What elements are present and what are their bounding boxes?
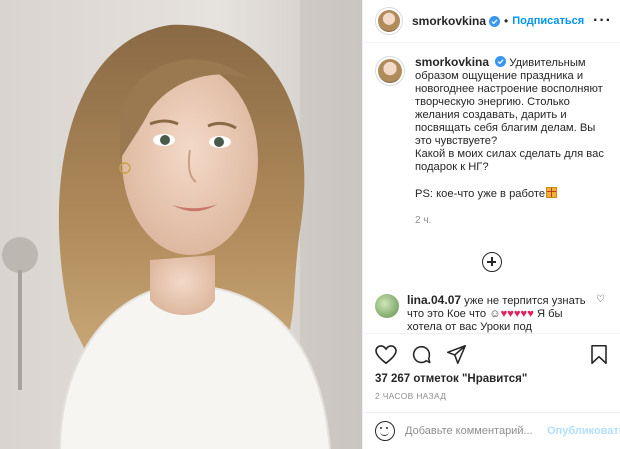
commenter-username[interactable]: lina.04.07 <box>407 293 461 307</box>
author-avatar[interactable] <box>375 7 403 35</box>
caption-ps: PS: кое-что уже в работе <box>415 187 608 201</box>
load-more-comments-icon[interactable] <box>482 252 502 272</box>
commenter-avatar[interactable] <box>375 294 399 318</box>
post-caption: smorkovkina Удивительным образом ощущени… <box>363 43 620 227</box>
caption-username[interactable]: smorkovkina <box>415 55 489 69</box>
follow-button[interactable]: Подписаться <box>512 15 584 27</box>
publish-button[interactable]: Опубликовать <box>547 425 620 437</box>
post-actions-bar <box>363 333 620 375</box>
post-image <box>0 0 362 449</box>
verified-badge-icon <box>489 15 501 27</box>
caption-timestamp[interactable]: 2 ч. <box>415 214 608 227</box>
post-header: smorkovkina • Подписаться ··· <box>363 0 620 43</box>
caption-avatar[interactable] <box>375 56 405 86</box>
comment-bubble-icon[interactable] <box>411 344 432 365</box>
caption-text: Удивительным образом ощущение праздника … <box>415 57 604 173</box>
comment-like-heart-icon[interactable]: ♡ <box>596 294 605 334</box>
separator-dot: • <box>504 14 509 28</box>
smile-emoji-icon: ☺ <box>489 308 501 320</box>
emoji-picker-icon[interactable] <box>375 421 395 441</box>
post-photo[interactable] <box>0 0 362 449</box>
red-hearts-icon: ♥♥♥♥♥ <box>500 308 534 320</box>
more-options-icon[interactable]: ··· <box>593 12 612 30</box>
caption-ps-text: PS: кое-что уже в работе <box>415 188 546 200</box>
gift-emoji-icon <box>546 187 558 198</box>
author-username[interactable]: smorkovkina <box>412 14 486 28</box>
share-paper-plane-icon[interactable] <box>446 344 467 365</box>
comment-input[interactable] <box>405 425 547 437</box>
comment-composer: Опубликовать <box>363 412 620 449</box>
comment-item: lina.04.07 уже не терпится узнать что эт… <box>375 294 611 334</box>
like-heart-icon[interactable] <box>375 344 397 365</box>
likes-count[interactable]: 37 267 отметок "Нравится" <box>375 373 527 385</box>
verified-badge-icon <box>495 56 507 67</box>
bookmark-icon[interactable] <box>590 344 608 365</box>
post-age[interactable]: 2 ЧАСОВ НАЗАД <box>375 391 446 401</box>
post-side-panel: smorkovkina • Подписаться ··· smorkovkin… <box>362 0 620 449</box>
